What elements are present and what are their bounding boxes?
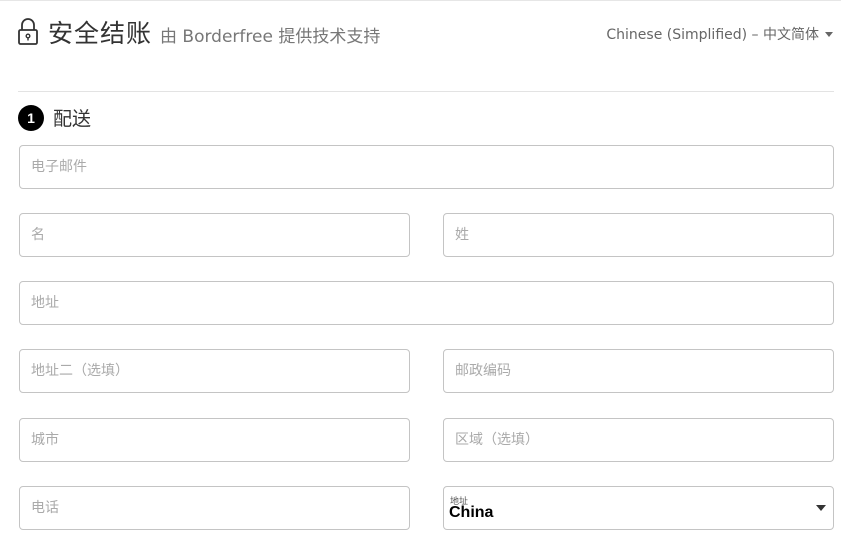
postal-code-field[interactable] [443,349,834,393]
step-number-badge: 1 [18,104,44,131]
language-selector[interactable]: Chinese (Simplified) – 中文简体 [606,24,833,44]
caret-down-icon [825,31,833,37]
checkout-header: 安全结账 由 Borderfree 提供技术支持 [18,14,380,50]
top-border [0,0,841,1]
phone-field[interactable] [19,486,410,530]
last-name-field[interactable] [443,213,834,257]
powered-by-text: 由 Borderfree 提供技术支持 [160,27,381,47]
header-divider [18,91,834,92]
shipping-section-header: 1 配送 [18,104,91,131]
first-name-field[interactable] [19,213,410,257]
address2-field[interactable] [19,349,410,393]
lock-icon [18,18,38,46]
city-field[interactable] [19,418,410,462]
language-label: Chinese (Simplified) – 中文简体 [606,27,819,43]
address-field[interactable] [19,281,834,325]
region-field[interactable] [443,418,834,462]
country-select-value: China [449,504,494,521]
page-title: 安全结账 [48,19,153,48]
country-select[interactable]: 地址 China [443,486,834,530]
dropdown-arrow-icon [816,505,826,511]
section-title: 配送 [53,108,92,130]
email-field[interactable] [19,145,834,189]
